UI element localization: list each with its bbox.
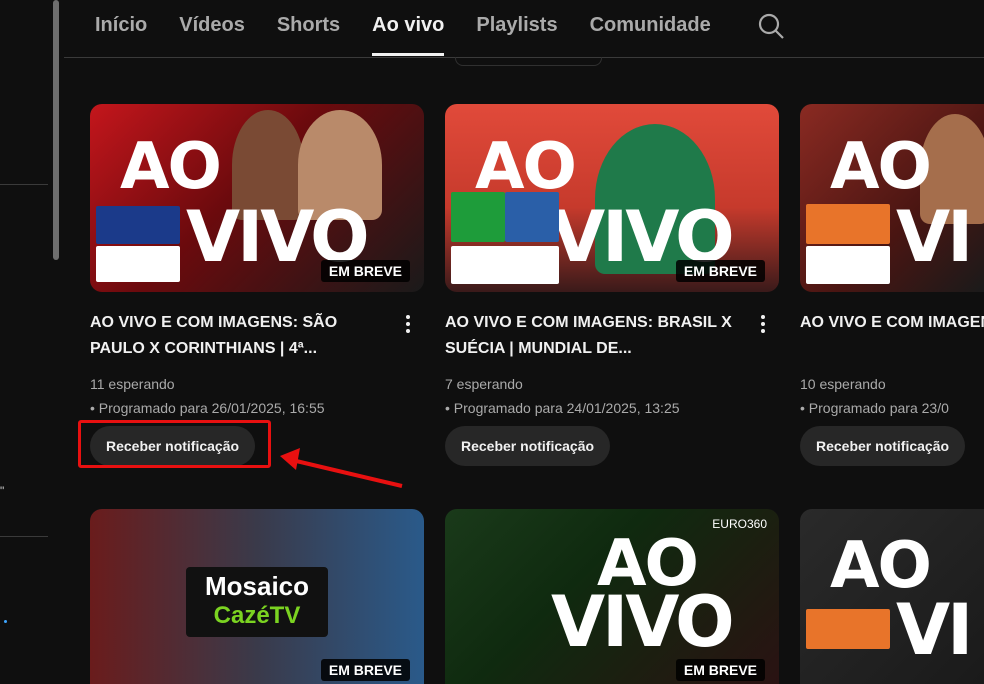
mosaico-logo-line2: CazéTV [213,602,301,629]
team-crests [806,609,890,649]
thumbnail-vivo-text: VI [896,196,973,278]
notify-button[interactable]: Receber notificação [445,426,611,466]
channel-logo-box [806,246,890,284]
brazil-flag [451,192,505,242]
scheduled-time: • Programado para 24/01/2025, 13:25 [445,400,680,416]
sidebar-scrollbar[interactable] [53,0,59,260]
video-thumbnail[interactable]: AO VI [800,104,984,292]
notify-button[interactable]: Receber notificação [800,426,966,466]
sweden-flag [505,192,559,242]
video-card[interactable]: AO VIVO EM BREVE AO VIVO E COM IMAGENS: … [90,104,424,466]
tab-videos[interactable]: Vídeos [179,0,245,56]
thumbnail-vivo-text: VI [896,589,973,671]
video-thumbnail[interactable]: Mosaico CazéTV EM BREVE [90,509,424,684]
video-thumbnail[interactable]: AO VI [800,509,984,684]
tab-ao-vivo[interactable]: Ao vivo [372,0,445,56]
em-breve-badge: EM BREVE [675,659,765,681]
video-card[interactable]: AO VIVO EM BREVE AO VIVO E COM IMAGENS: … [445,104,779,466]
sidebar-text-fragment: " [0,484,5,498]
em-breve-badge: EM BREVE [320,659,410,681]
video-title[interactable]: AO VIVO E COM IMAGENS: BRASIL X SUÉCIA |… [445,310,745,362]
channel-logo-box [451,246,559,284]
channel-tabs: Início Vídeos Shorts Ao vivo Playlists C… [95,0,743,56]
left-sidebar-edge [0,0,55,680]
video-thumbnail[interactable]: EURO360 AO VIVO EM BREVE [445,509,779,684]
tab-inicio[interactable]: Início [95,0,147,56]
tab-playlists[interactable]: Playlists [476,0,557,56]
thumbnail-ao-text: AO [120,130,222,204]
em-breve-badge: EM BREVE [675,260,765,282]
video-title[interactable]: AO VIVO E COM IMAGENS: MANCHESTER UNITED [800,310,984,362]
em-breve-badge: EM BREVE [320,260,410,282]
video-thumbnail[interactable]: AO VIVO EM BREVE [90,104,424,292]
mosaico-logo-line1: Mosaico [204,571,310,601]
waiting-count: 7 esperando [445,376,523,392]
tab-comunidade[interactable]: Comunidade [590,0,711,56]
thumbnail-vivo-text: VIVO [551,581,735,663]
waiting-count: 11 esperando [90,376,175,392]
sidebar-divider [0,184,48,185]
sidebar-live-dot [4,620,7,623]
sidebar-divider [0,536,48,537]
mosaico-logo: Mosaico CazéTV [186,567,328,637]
thumbnail-ao-text: AO [830,130,932,204]
more-options-icon[interactable] [398,312,418,338]
more-options-icon[interactable] [753,312,773,338]
channel-logo-box [96,246,180,282]
scheduled-time: • Programado para 26/01/2025, 16:55 [90,400,325,416]
team-crests [96,206,180,244]
team-crests [806,204,890,244]
tab-shorts[interactable]: Shorts [277,0,340,56]
waiting-count: 10 esperando [800,376,886,392]
video-thumbnail[interactable]: AO VIVO EM BREVE [445,104,779,292]
video-title[interactable]: AO VIVO E COM IMAGENS: SÃO PAULO X CORIN… [90,310,390,362]
euro360-tag: EURO360 [712,517,767,531]
highlight-box-annotation [78,420,271,468]
filter-chip-edge [455,57,602,66]
search-icon[interactable] [757,12,785,40]
scheduled-time: • Programado para 23/0 [800,400,949,416]
red-arrow-annotation [280,448,403,488]
video-card[interactable]: AO VI AO VIVO E COM IMAGENS: MANCHESTER … [800,104,984,466]
